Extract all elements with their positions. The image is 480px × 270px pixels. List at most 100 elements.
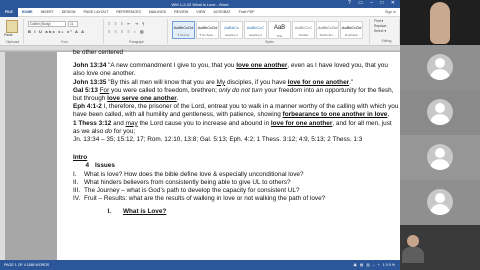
verse-ref: 1 Thess 3:12 [73, 119, 112, 127]
window-title: WM 1-2-22 What is Love - Word [171, 1, 229, 7]
paragraph-group: ≡ ≡ ≡ ⇤ ⇥ ¶ ≡ ≡ ≡ ≡ ↕ ▦ Paragraph [106, 19, 168, 44]
list-number: IV. [73, 195, 81, 203]
status-left: PAGE 1 OF 4 1188 WORDS [4, 263, 50, 267]
window-controls[interactable]: ? ▭ – □ ✕ [348, 0, 398, 6]
style-heading-1[interactable]: AaBbCc Heading 1 [220, 21, 243, 39]
sign-in-link[interactable]: Sign in [385, 10, 400, 14]
menu-bar: FILE HOME INSERT DESIGN PAGE LAYOUT REFE… [0, 7, 400, 17]
intro-heading: Intro [73, 154, 88, 162]
style-sample: AaBbCcDd [197, 25, 218, 30]
verse-ref: Eph 4:1-2 [73, 103, 102, 111]
style-name: ¶ No Spac... [199, 33, 216, 37]
verse-emphasis: love for one another [270, 119, 333, 127]
tab-foxit[interactable]: Foxit PDF [235, 10, 259, 14]
participants-panel [400, 0, 480, 270]
verse-text: "A new commandment I give to you, that y… [106, 62, 237, 70]
word-window: WM 1-2-22 What is Love - Word ? ▭ – □ ✕ … [0, 0, 400, 270]
issues-list: I. What is love? How does the bible defin… [73, 171, 400, 204]
avatar-icon [427, 54, 453, 80]
style-name: Heading 1 [224, 33, 239, 37]
style-name: Subtle Em... [319, 33, 336, 37]
tab-acrobat[interactable]: ACROBAT [209, 10, 234, 14]
clipboard-group: Paste Clipboard [2, 19, 24, 44]
participant-tile[interactable] [400, 180, 480, 225]
participant-video-tile[interactable] [400, 0, 480, 45]
editing-group-label: Editing [381, 39, 392, 43]
style-subtle-emphasis[interactable]: AaBbCcDd Subtle Em... [316, 21, 339, 39]
document-page[interactable]: be other centered John 13:34 "A new comm… [57, 49, 400, 260]
tab-references[interactable]: REFERENCES [112, 10, 145, 14]
tab-home[interactable]: HOME [18, 10, 37, 14]
select-button[interactable]: Select ▾ [372, 29, 399, 34]
paragraph-group-label: Paragraph [129, 40, 144, 44]
style-sample: AaBbCcC [246, 25, 265, 30]
tab-page-layout[interactable]: PAGE LAYOUT [79, 10, 112, 14]
tab-view[interactable]: VIEW [192, 10, 209, 14]
status-bar: PAGE 1 OF 4 1188 WORDS ▣ ▤ ▥ – + 100% [0, 260, 400, 270]
style-sample: AaBbCcDd [317, 25, 338, 30]
style-name: Subtitle [298, 33, 309, 37]
view-zoom-controls[interactable]: ▣ ▤ ▥ – + 100% [354, 263, 396, 267]
list-number: III. [73, 187, 81, 195]
style-sample: AaB [273, 25, 286, 31]
paste-button-label[interactable]: Paste [4, 33, 13, 37]
style-no-spacing[interactable]: AaBbCcDd ¶ No Spac... [196, 21, 219, 39]
paragraph-buttons-row2[interactable]: ≡ ≡ ≡ ≡ ↕ ▦ [108, 29, 145, 34]
screen: WM 1-2-22 What is Love - Word ? ▭ – □ ✕ … [0, 0, 480, 270]
editing-group: Find ▾ Replace Select ▾ Editing [372, 19, 400, 44]
clipboard-group-label: Clipboard [5, 40, 20, 44]
style-heading-2[interactable]: AaBbCcC Heading 2 [244, 21, 267, 39]
styles-group: AaBbCcDd ¶ Normal AaBbCcDd ¶ No Spac... Aa… [170, 19, 370, 44]
verse-emphasis: For [99, 86, 110, 94]
style-name: Heading 2 [248, 33, 263, 37]
participant-tile[interactable] [400, 90, 480, 135]
verse-emphasis: My [216, 78, 226, 86]
verse-emphasis: forbearance to one another in love [282, 111, 388, 119]
participant-video-head [407, 235, 419, 247]
avatar-icon [427, 99, 453, 125]
style-normal[interactable]: AaBbCcDd ¶ Normal [172, 21, 195, 39]
verse-italic: only do not turn [218, 86, 263, 94]
font-group: Calibri (Body) 11 B I U abc x₂ x² A A Fo… [26, 19, 104, 44]
list-text: Fruit – Results: what are the results of… [84, 195, 326, 203]
font-size-select[interactable]: 11 [68, 21, 78, 27]
style-subtitle[interactable]: AaBbCcC Subtitle [292, 21, 315, 39]
ribbon: Paste Clipboard Calibri (Body) 11 B I U … [0, 17, 400, 46]
avatar-icon [427, 189, 453, 215]
vertical-ruler[interactable] [0, 52, 5, 260]
verse-emphasis: love serve one another [107, 95, 177, 103]
tab-review[interactable]: REVIEW [170, 10, 192, 14]
list-item: III. The Journey – what is God’s path to … [73, 187, 400, 195]
verse-eph-4-1: Eph 4:1-2 I, therefore, the prisoner of … [73, 103, 400, 119]
style-sample: AaBbCcDd [173, 25, 194, 30]
list-item: IV. Fruit – Results: what are the results… [73, 195, 400, 203]
verse-text: you were called to freedom, brethren; [109, 86, 219, 94]
participant-tile[interactable] [400, 45, 480, 90]
verse-emphasis: love for one another [287, 78, 350, 86]
top-line: be other centered [73, 49, 124, 56]
participant-video [430, 2, 450, 44]
references-line: Jn. 13:34 – 35; 15:12, 17; Rom. 12:10, 1… [73, 136, 363, 144]
tab-mailings[interactable]: MAILINGS [145, 10, 170, 14]
font-format-buttons[interactable]: B I U abc x₂ x² A A [28, 29, 85, 34]
tab-design[interactable]: DESIGN [58, 10, 80, 14]
section-title: What is Love? [123, 208, 167, 216]
file-tab[interactable]: FILE [0, 7, 18, 17]
font-name-select[interactable]: Calibri (Body) [28, 21, 66, 27]
verse-text: , [387, 111, 390, 119]
verse-text: "By this all men will know that you are [106, 78, 217, 86]
participant-video-tile[interactable] [400, 225, 480, 270]
style-emphasis[interactable]: AaBbCcDd Emphasis [340, 21, 363, 39]
verse-emphasis: love one another [236, 62, 288, 70]
paragraph-buttons-row1[interactable]: ≡ ≡ ≡ ⇤ ⇥ ¶ [108, 21, 146, 26]
section-number: I. [107, 208, 111, 216]
participant-tile[interactable] [400, 135, 480, 180]
participant-video-body [402, 247, 424, 263]
verse-john-13-34: John 13:34 "A new commandment I give to … [73, 62, 400, 78]
verse-ref: John 13:34 [73, 62, 107, 70]
verse-text: and [111, 119, 126, 127]
style-title[interactable]: AaB Title [268, 21, 291, 39]
tab-insert[interactable]: INSERT [37, 10, 58, 14]
paste-icon[interactable] [6, 20, 18, 33]
verse-text: . [176, 95, 179, 103]
